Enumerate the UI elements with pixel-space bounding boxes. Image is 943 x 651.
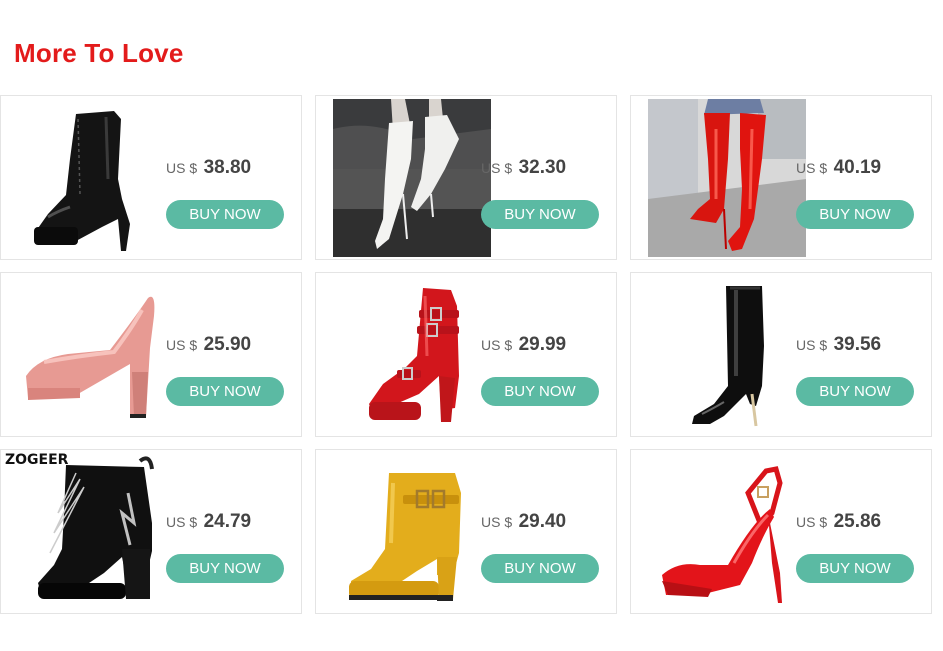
price-currency: US $ (796, 337, 828, 353)
price-currency: US $ (796, 514, 828, 530)
product-image-black-knee-high-boot[interactable] (648, 276, 806, 434)
price-amount: 32.30 (518, 157, 567, 178)
product-image-white-over-knee-boot[interactable] (333, 99, 491, 257)
price-amount: 29.99 (518, 334, 567, 355)
product-price: US $ 29.40 (481, 511, 566, 533)
product-card[interactable]: US $ 25.90 BUY NOW (0, 272, 302, 437)
product-card[interactable]: US $ 29.99 BUY NOW (315, 272, 617, 437)
product-image-red-buckle-ankle-boot[interactable] (333, 276, 491, 434)
price-amount: 29.40 (518, 511, 567, 532)
section-title: More To Love (14, 38, 184, 68)
product-price: US $ 24.79 (166, 511, 251, 533)
price-currency: US $ (481, 337, 513, 353)
price-amount: 38.80 (203, 157, 252, 178)
price-currency: US $ (166, 514, 198, 530)
product-price: US $ 38.80 (166, 157, 251, 179)
price-amount: 39.56 (833, 334, 882, 355)
price-amount: 25.90 (203, 334, 252, 355)
product-price: US $ 40.19 (796, 157, 881, 179)
price-currency: US $ (796, 160, 828, 176)
product-card[interactable]: US $ 40.19 BUY NOW (630, 95, 932, 260)
price-currency: US $ (481, 160, 513, 176)
price-currency: US $ (481, 514, 513, 530)
product-card[interactable]: US $ 39.56 BUY NOW (630, 272, 932, 437)
buy-now-button[interactable]: BUY NOW (481, 554, 599, 583)
product-price: US $ 29.99 (481, 334, 566, 356)
buy-now-button[interactable]: BUY NOW (481, 377, 599, 406)
price-amount: 24.79 (203, 511, 252, 532)
product-card[interactable]: US $ 32.30 BUY NOW (315, 95, 617, 260)
buy-now-button[interactable]: BUY NOW (166, 377, 284, 406)
product-price: US $ 39.56 (796, 334, 881, 356)
product-price: US $ 25.90 (166, 334, 251, 356)
buy-now-button[interactable]: BUY NOW (796, 377, 914, 406)
product-image-black-platform-ankle-boot[interactable] (18, 99, 176, 257)
buy-now-button[interactable]: BUY NOW (481, 200, 599, 229)
brand-label: ZOGEER (5, 452, 69, 468)
price-amount: 25.86 (833, 511, 882, 532)
buy-now-button[interactable]: BUY NOW (796, 200, 914, 229)
product-card[interactable]: US $ 38.80 BUY NOW (0, 95, 302, 260)
product-image-pink-platform-pump[interactable] (18, 276, 176, 434)
product-image-red-over-knee-boot[interactable] (648, 99, 806, 257)
price-currency: US $ (166, 337, 198, 353)
product-image-black-block-heel-ankle-boot[interactable] (18, 453, 176, 611)
buy-now-button[interactable]: BUY NOW (796, 554, 914, 583)
product-card[interactable]: US $ 29.40 BUY NOW (315, 449, 617, 614)
product-price: US $ 25.86 (796, 511, 881, 533)
product-image-red-peep-toe-slingback[interactable] (648, 453, 806, 611)
price-amount: 40.19 (833, 157, 882, 178)
product-card[interactable]: ZOGEER US $ 24.79 BUY NOW (0, 449, 302, 614)
buy-now-button[interactable]: BUY NOW (166, 200, 284, 229)
price-currency: US $ (166, 160, 198, 176)
product-card[interactable]: US $ 25.86 BUY NOW (630, 449, 932, 614)
product-price: US $ 32.30 (481, 157, 566, 179)
product-image-yellow-buckle-ankle-boot[interactable] (333, 453, 491, 611)
buy-now-button[interactable]: BUY NOW (166, 554, 284, 583)
